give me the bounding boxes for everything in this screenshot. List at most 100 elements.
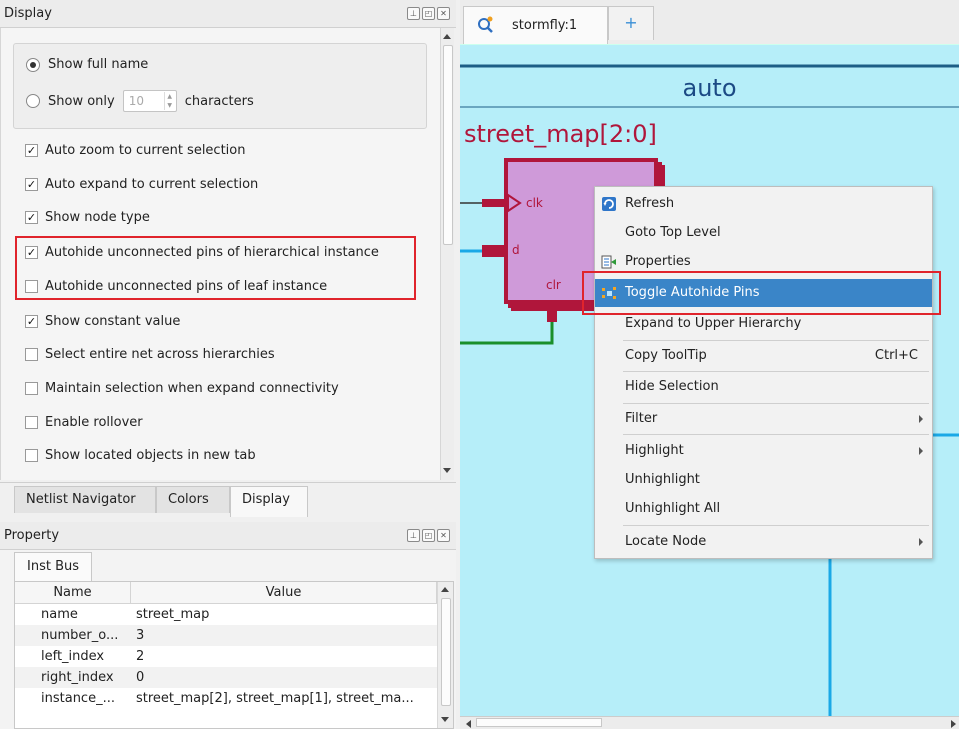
option-maintain-selection[interactable]: Maintain selection when expand connectiv… [25, 381, 339, 396]
option-show-node-type[interactable]: ✓ Show node type [25, 210, 150, 225]
menu-item-hide-selection[interactable]: Hide Selection [595, 373, 932, 401]
option-auto-expand[interactable]: ✓ Auto expand to current selection [25, 177, 258, 192]
property-body: Inst Bus Name Value name street_map numb… [0, 550, 456, 729]
option-show-located-new-tab[interactable]: Show located objects in new tab [25, 448, 256, 463]
option-label: Show located objects in new tab [45, 448, 256, 463]
checkbox[interactable]: ✓ [25, 315, 38, 328]
option-select-entire-net[interactable]: Select entire net across hierarchies [25, 347, 275, 362]
menu-label: Unhighlight [625, 472, 700, 487]
property-vertical-scrollbar[interactable] [437, 582, 453, 728]
scroll-thumb[interactable] [476, 718, 602, 727]
menu-item-locate-node[interactable]: Locate Node [595, 528, 932, 556]
menu-item-filter[interactable]: Filter [595, 405, 932, 433]
radio-show-full-name[interactable]: Show full name [26, 57, 148, 72]
menu-shortcut: Ctrl+C [874, 348, 918, 363]
column-header-name[interactable]: Name [15, 582, 131, 604]
table-row[interactable]: number_o... 3 [15, 625, 437, 646]
name-display-group: Show full name Show only 10 ▲ ▼ character… [13, 43, 427, 129]
checkbox[interactable] [25, 382, 38, 395]
table-row[interactable]: instance_... street_map[2], street_map[1… [15, 688, 437, 709]
tab-label: Display [242, 492, 290, 507]
scroll-left-icon[interactable] [466, 720, 471, 728]
radio-button-selected[interactable] [26, 57, 40, 72]
column-header-value[interactable]: Value [131, 582, 437, 604]
option-enable-rollover[interactable]: Enable rollover [25, 415, 143, 430]
close-icon[interactable]: ✕ [437, 7, 450, 20]
menu-separator [623, 525, 929, 526]
tab-stormfly[interactable]: stormfly:1 [463, 6, 608, 44]
menu-label: Locate Node [625, 534, 707, 549]
tab-netlist-navigator[interactable]: Netlist Navigator [14, 486, 156, 513]
menu-label: Highlight [625, 443, 684, 458]
display-panel-header: Display ⊥ ◰ ✕ [0, 0, 456, 28]
menu-item-refresh[interactable]: Refresh [595, 190, 932, 218]
menu-item-goto-top[interactable]: Goto Top Level [595, 219, 932, 247]
radio-full-name-label: Show full name [48, 57, 149, 72]
cell-name: name [41, 607, 78, 622]
checkbox[interactable]: ✓ [25, 144, 38, 157]
tab-display[interactable]: Display [230, 486, 308, 517]
pin-icon[interactable]: ⊥ [407, 7, 420, 20]
menu-separator [623, 340, 929, 341]
menu-separator [623, 434, 929, 435]
option-label: Auto expand to current selection [45, 177, 259, 192]
option-auto-zoom[interactable]: ✓ Auto zoom to current selection [25, 143, 245, 158]
menu-label: Refresh [625, 196, 675, 211]
cell-name: right_index [41, 670, 114, 685]
checkbox[interactable] [25, 348, 38, 361]
float-icon[interactable]: ◰ [422, 7, 435, 20]
radio-only-label: Show only [48, 93, 115, 109]
new-tab-button[interactable]: + [608, 6, 654, 40]
radio-button[interactable] [26, 94, 40, 108]
table-row[interactable]: right_index 0 [15, 667, 437, 688]
cell-name: number_o... [41, 628, 119, 643]
scroll-thumb[interactable] [443, 45, 453, 245]
refresh-icon [602, 197, 616, 211]
option-label: Show node type [45, 210, 150, 225]
display-vertical-scrollbar[interactable] [440, 28, 454, 480]
close-icon[interactable]: ✕ [437, 529, 450, 542]
property-panel-header: Property ⊥ ◰ ✕ [0, 522, 456, 550]
characters-spinbox[interactable]: 10 ▲ ▼ [122, 90, 177, 112]
submenu-arrow-icon [919, 447, 923, 455]
pin-icon[interactable]: ⊥ [407, 529, 420, 542]
scroll-down-icon[interactable] [443, 468, 451, 473]
checkbox[interactable]: ✓ [25, 211, 38, 224]
float-icon[interactable]: ◰ [422, 529, 435, 542]
menu-item-unhighlight[interactable]: Unhighlight [595, 466, 932, 494]
scroll-up-icon[interactable] [441, 587, 449, 592]
menu-label: Expand to Upper Hierarchy [625, 316, 802, 331]
canvas-horizontal-scrollbar[interactable] [460, 716, 959, 729]
hierarchy-title: auto [682, 74, 737, 102]
menu-label: Filter [625, 411, 658, 426]
scroll-down-icon[interactable] [441, 717, 449, 722]
spinbox-arrows[interactable]: ▲ ▼ [163, 92, 175, 110]
menu-item-highlight[interactable]: Highlight [595, 437, 932, 465]
table-row[interactable]: name street_map [15, 604, 437, 625]
menu-label: Copy ToolTip [625, 348, 707, 363]
pin-label-clk: clk [526, 196, 543, 210]
checkbox[interactable] [25, 416, 38, 429]
tab-inst-bus[interactable]: Inst Bus [14, 552, 93, 581]
instance-name: street_map[2:0] [464, 120, 657, 148]
property-panel-title: Property [4, 528, 60, 543]
pin-d-stub [482, 245, 508, 257]
checkbox[interactable]: ✓ [25, 178, 38, 191]
option-label: Select entire net across hierarchies [45, 347, 275, 362]
scroll-up-icon[interactable] [443, 34, 451, 39]
option-show-constant[interactable]: ✓ Show constant value [25, 314, 180, 329]
annotation-highlight-box [15, 236, 416, 300]
table-row[interactable]: left_index 2 [15, 646, 437, 667]
scroll-thumb[interactable] [441, 598, 451, 706]
document-tab-bar: stormfly:1 + [460, 0, 959, 44]
checkbox[interactable] [25, 449, 38, 462]
property-panel-controls: ⊥ ◰ ✕ [407, 529, 450, 542]
menu-item-unhighlight-all[interactable]: Unhighlight All [595, 495, 932, 523]
menu-label: Goto Top Level [625, 225, 721, 240]
spinbox-value: 10 [128, 94, 144, 108]
tab-colors[interactable]: Colors [156, 486, 230, 513]
left-pane: Display ⊥ ◰ ✕ Show full name Show only 1… [0, 0, 456, 729]
menu-item-copy-tooltip[interactable]: Copy ToolTip Ctrl+C [595, 342, 932, 370]
radio-show-only[interactable]: Show only 10 ▲ ▼ characters [26, 90, 254, 112]
scroll-right-icon[interactable] [951, 720, 956, 728]
